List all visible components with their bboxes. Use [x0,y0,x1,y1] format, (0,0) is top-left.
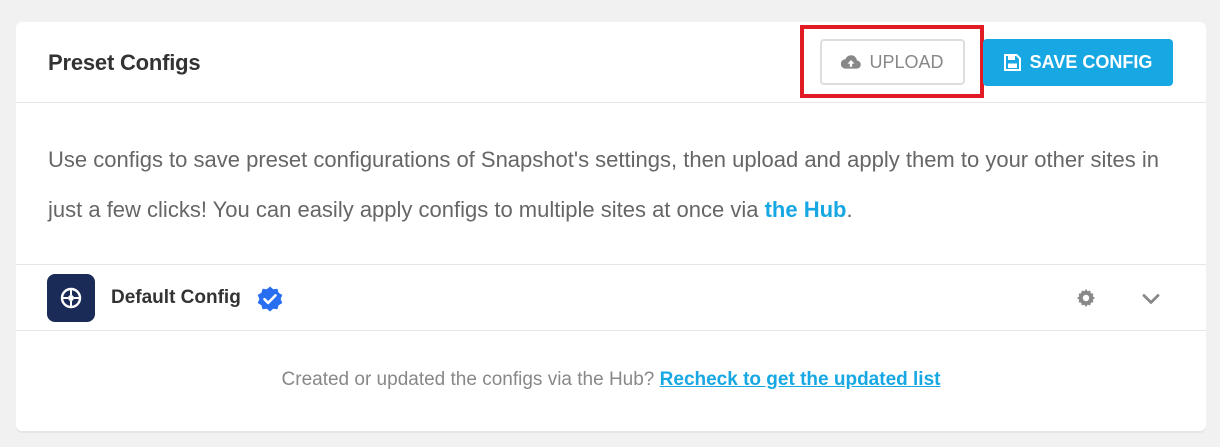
save-config-label: SAVE CONFIG [1029,52,1153,72]
divider [16,330,1206,331]
upload-label: UPLOAD [869,51,944,72]
description-text: Use configs to save preset configuration… [48,147,1159,222]
card-header: Preset Configs UPLOAD SAVE CONFIG [16,22,1206,103]
preset-configs-card: Preset Configs UPLOAD SAVE CONFIG Use co… [16,22,1206,431]
upload-button[interactable]: UPLOAD [820,39,965,85]
cloud-upload-icon [841,55,862,69]
footer-note: Created or updated the configs via the H… [16,369,1206,391]
hub-link[interactable]: the Hub [765,197,847,222]
description: Use configs to save preset configuration… [48,135,1178,235]
page-title: Preset Configs [48,50,201,75]
config-name: Default Config [111,287,241,308]
gear-icon[interactable] [1076,288,1096,308]
snapshot-logo [47,274,95,322]
floppy-disk-icon [1003,54,1021,71]
footer-text: Created or updated the configs via the H… [281,369,660,390]
verified-badge-icon [256,285,284,313]
config-row[interactable]: Default Config [16,265,1206,331]
save-config-button[interactable]: SAVE CONFIG [983,39,1173,86]
recheck-link[interactable]: Recheck to get the updated list [660,369,941,390]
description-end: . [846,197,853,222]
chevron-down-icon[interactable] [1141,289,1161,309]
